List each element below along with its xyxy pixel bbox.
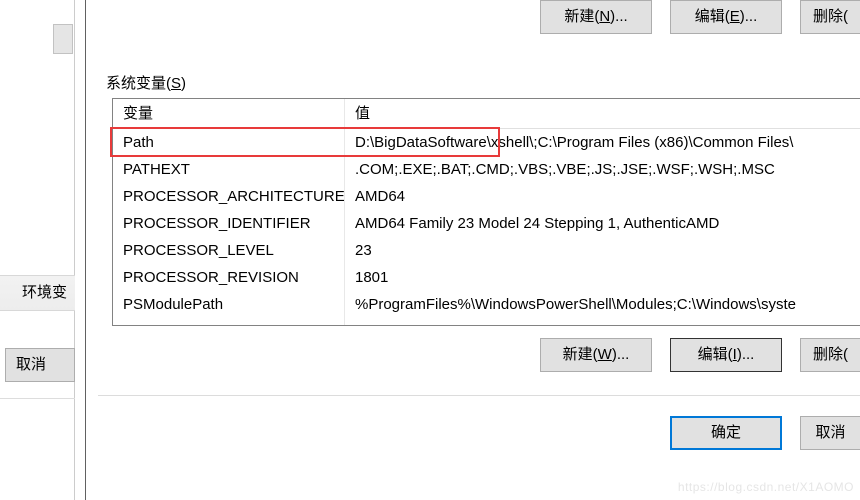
background-dialog: 环境变 取消 xyxy=(0,0,75,500)
header-variable[interactable]: 变量 xyxy=(113,99,345,128)
cell-var: PROCESSOR_REVISION xyxy=(113,264,345,291)
dialog-divider xyxy=(98,395,860,396)
system-delete-button[interactable]: 删除( xyxy=(800,338,860,372)
system-vars-label: 系统变量(S) xyxy=(106,72,186,93)
cell-val: C:\Windows\TEMP xyxy=(345,318,860,326)
table-row[interactable]: PROCESSOR_IDENTIFIER AMD64 Family 23 Mod… xyxy=(113,210,860,237)
partial-control xyxy=(53,24,73,54)
env-variables-dialog: 新建(N)... 编辑(E)... 删除( 系统变量(S) 变量 值 Path … xyxy=(85,0,860,500)
user-new-button[interactable]: 新建(N)... xyxy=(540,0,652,34)
user-delete-button[interactable]: 删除( xyxy=(800,0,860,34)
table-row[interactable]: PATHEXT .COM;.EXE;.BAT;.CMD;.VBS;.VBE;.J… xyxy=(113,156,860,183)
cell-var: PSModulePath xyxy=(113,291,345,318)
cell-var: PROCESSOR_LEVEL xyxy=(113,237,345,264)
system-vars-table[interactable]: 变量 值 Path D:\BigDataSoftware\xshell\;C:\… xyxy=(112,98,860,326)
cell-val: AMD64 Family 23 Model 24 Stepping 1, Aut… xyxy=(345,210,860,237)
back-divider xyxy=(0,398,75,399)
cell-val: 1801 xyxy=(345,264,860,291)
cell-val: 23 xyxy=(345,237,860,264)
table-row[interactable]: TEMP C:\Windows\TEMP xyxy=(113,318,860,326)
back-cancel-button[interactable]: 取消 xyxy=(5,348,75,382)
cell-val: %ProgramFiles%\WindowsPowerShell\Modules… xyxy=(345,291,860,318)
cancel-button[interactable]: 取消 xyxy=(800,416,860,450)
watermark: https://blog.csdn.net/X1AOMO xyxy=(678,480,854,494)
system-edit-button[interactable]: 编辑(I)... xyxy=(670,338,782,372)
user-vars-button-row: 新建(N)... 编辑(E)... 删除( xyxy=(540,0,860,34)
system-vars-button-row: 新建(W)... 编辑(I)... 删除( xyxy=(540,338,860,372)
envvar-tab-label: 环境变 xyxy=(0,275,75,311)
cell-val: .COM;.EXE;.BAT;.CMD;.VBS;.VBE;.JS;.JSE;.… xyxy=(345,156,860,183)
cell-var: Path xyxy=(113,129,345,156)
table-row[interactable]: PROCESSOR_ARCHITECTURE AMD64 xyxy=(113,183,860,210)
table-row[interactable]: PROCESSOR_REVISION 1801 xyxy=(113,264,860,291)
dialog-ok-row: 确定 取消 xyxy=(670,416,860,450)
table-row[interactable]: PROCESSOR_LEVEL 23 xyxy=(113,237,860,264)
system-new-button[interactable]: 新建(W)... xyxy=(540,338,652,372)
table-header: 变量 值 xyxy=(113,99,860,129)
table-row[interactable]: Path D:\BigDataSoftware\xshell\;C:\Progr… xyxy=(113,129,860,156)
cell-var: PROCESSOR_ARCHITECTURE xyxy=(113,183,345,210)
cell-val: AMD64 xyxy=(345,183,860,210)
ok-button[interactable]: 确定 xyxy=(670,416,782,450)
cell-val: D:\BigDataSoftware\xshell\;C:\Program Fi… xyxy=(345,129,860,156)
table-row[interactable]: PSModulePath %ProgramFiles%\WindowsPower… xyxy=(113,291,860,318)
cell-var: PATHEXT xyxy=(113,156,345,183)
cell-var: PROCESSOR_IDENTIFIER xyxy=(113,210,345,237)
user-edit-button[interactable]: 编辑(E)... xyxy=(670,0,782,34)
header-value[interactable]: 值 xyxy=(345,99,860,128)
cell-var: TEMP xyxy=(113,318,345,326)
